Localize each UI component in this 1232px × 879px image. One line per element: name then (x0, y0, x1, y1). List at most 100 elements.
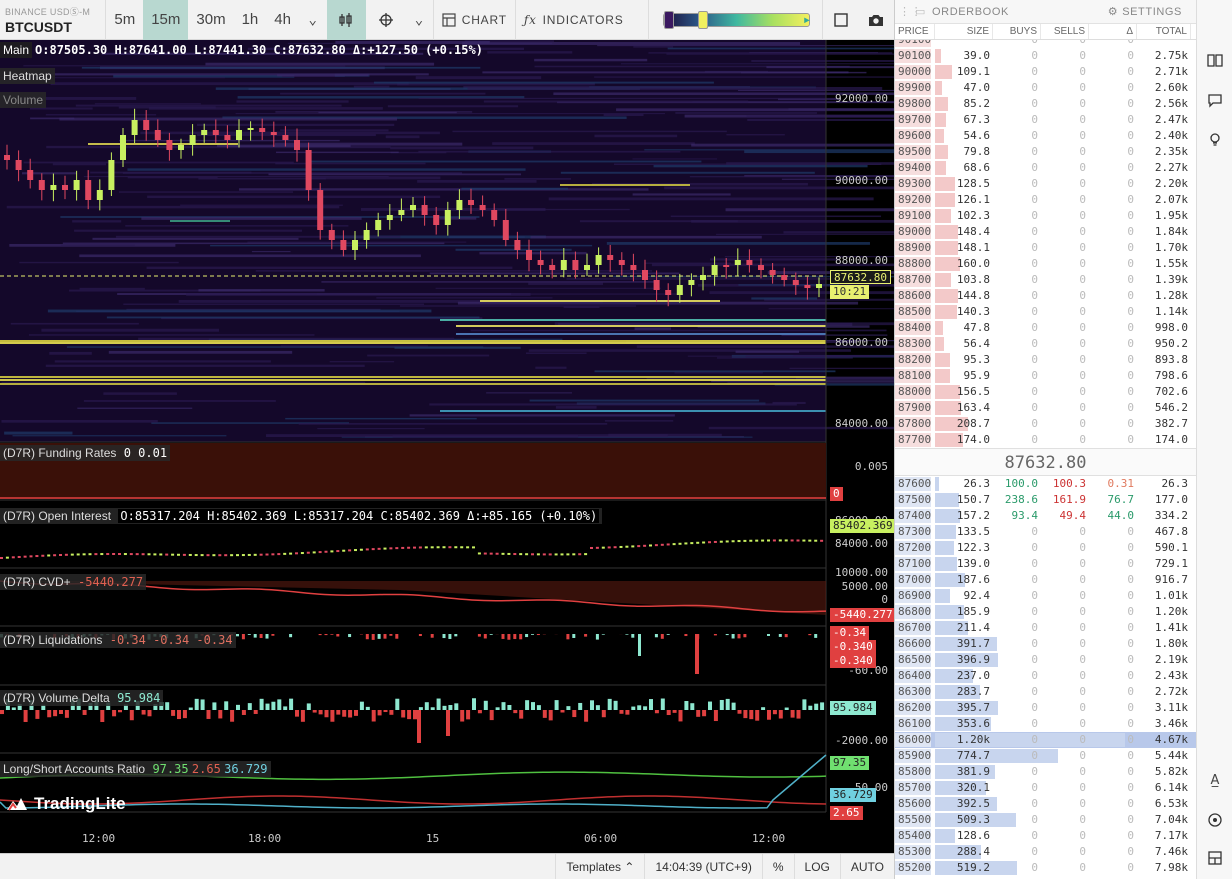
bid-row[interactable]: 86900 92.4 0 0 0 1.01k (895, 588, 1196, 604)
bid-row[interactable]: 85800 381.9 0 0 0 5.82k (895, 764, 1196, 780)
bid-row[interactable]: 86700 211.4 0 0 0 1.41k (895, 620, 1196, 636)
ask-row[interactable]: 87700 174.0 0 0 0 174.0 (895, 432, 1196, 448)
ask-row[interactable]: 89700 67.3 0 0 0 2.47k (895, 112, 1196, 128)
col-delta[interactable]: Δ (1089, 24, 1137, 39)
bid-row[interactable]: 87100 139.0 0 0 0 729.1 (895, 556, 1196, 572)
heatmap-cell (554, 322, 894, 326)
settings-wheel-icon[interactable] (1197, 800, 1232, 840)
symbol-selector[interactable]: BINANCE USDⓈ-M BTCUSDT (0, 0, 107, 40)
chart-menu-button[interactable]: CHART (434, 13, 515, 27)
bid-row[interactable]: 87200 122.3 0 0 0 590.1 (895, 540, 1196, 556)
lightbulb-icon[interactable] (1197, 120, 1232, 160)
bid-row[interactable]: 85600 392.5 0 0 0 6.53k (895, 796, 1196, 812)
open-interest-legend[interactable]: (D7R) Open Interest O:85317.204 H:85402.… (0, 508, 603, 524)
ask-row[interactable]: 88300 56.4 0 0 0 950.2 (895, 336, 1196, 352)
bid-row[interactable]: 87300 133.5 0 0 0 467.8 (895, 524, 1196, 540)
timeframe-dropdown-icon[interactable]: ⌄ (299, 0, 327, 40)
bid-row[interactable]: 86500 396.9 0 0 0 2.19k (895, 652, 1196, 668)
ask-row[interactable]: 89500 79.8 0 0 0 2.35k (895, 144, 1196, 160)
layout-icon[interactable] (1197, 838, 1232, 878)
ask-row[interactable]: 89600 54.6 0 0 0 2.40k (895, 128, 1196, 144)
chart-area[interactable]: Main O:87505.30 H:87641.00 L:87441.30 C:8… (0, 40, 894, 853)
bid-row[interactable]: 85500 509.3 0 0 0 7.04k (895, 812, 1196, 828)
timeframe-4h[interactable]: 4h (266, 0, 299, 40)
main-pane-label[interactable]: Main (0, 42, 33, 58)
ask-row[interactable]: 90100 39.0 0 0 0 2.75k (895, 48, 1196, 64)
bid-row[interactable]: 85700 320.1 0 0 0 6.14k (895, 780, 1196, 796)
timeframe-30m[interactable]: 30m (188, 0, 233, 40)
orderbook-settings-button[interactable]: ⚙ SETTINGS (1108, 5, 1182, 19)
timeframe-15m[interactable]: 15m (143, 0, 189, 40)
bid-row[interactable]: 87600 26.3 100.0 100.3 0.31 26.3 (895, 476, 1196, 492)
ask-row[interactable]: 89300 128.5 0 0 0 2.20k (895, 176, 1196, 192)
heatmap-max-handle[interactable] (697, 10, 708, 29)
book-icon[interactable] (1197, 40, 1232, 80)
bid-row[interactable]: 87000 187.6 0 0 0 916.7 (895, 572, 1196, 588)
ask-row[interactable]: 89800 85.2 0 0 0 2.56k (895, 96, 1196, 112)
ask-row[interactable]: 88700 103.8 0 0 0 1.39k (895, 272, 1196, 288)
heatmap-range-slider[interactable]: ▸ (662, 10, 811, 29)
crosshair-icon[interactable] (366, 0, 405, 40)
volume-delta-legend[interactable]: (D7R) Volume Delta 95.984 (0, 690, 164, 706)
bid-row[interactable]: 87500 150.7 238.6 161.9 76.7 177.0 (895, 492, 1196, 508)
col-buys[interactable]: BUYS (993, 24, 1041, 39)
bid-row[interactable]: 87400 157.2 93.4 49.4 44.0 334.2 (895, 508, 1196, 524)
fullscreen-icon[interactable] (823, 0, 858, 40)
ask-row[interactable]: 88000 156.5 0 0 0 702.6 (895, 384, 1196, 400)
bid-row[interactable]: 86000 1.20k 0 0 0 4.67k (895, 732, 1196, 748)
col-size[interactable]: SIZE (935, 24, 993, 39)
ask-row[interactable]: 88800 160.0 0 0 0 1.55k (895, 256, 1196, 272)
ask-row[interactable]: 88100 95.9 0 0 0 798.6 (895, 368, 1196, 384)
candle-body (73, 180, 80, 190)
ask-row[interactable]: 87900 163.4 0 0 0 546.2 (895, 400, 1196, 416)
clock-display[interactable]: 14:04:39 (UTC+9) (644, 853, 761, 879)
text-tool-icon[interactable]: A̲ (1197, 760, 1232, 800)
auto-scale-button[interactable]: AUTO (839, 853, 894, 879)
ask-row[interactable]: 89100 102.3 0 0 0 1.95k (895, 208, 1196, 224)
liquidations-legend[interactable]: (D7R) Liquidations -0.34 -0.34 -0.34 (0, 632, 236, 648)
chat-icon[interactable] (1197, 80, 1232, 120)
ask-row[interactable]: 87800 208.7 0 0 0 382.7 (895, 416, 1196, 432)
col-sells[interactable]: SELLS (1041, 24, 1089, 39)
camera-icon[interactable] (859, 0, 894, 40)
ask-row[interactable]: 89000 148.4 0 0 0 1.84k (895, 224, 1196, 240)
ask-row[interactable]: 88500 140.3 0 0 0 1.14k (895, 304, 1196, 320)
ask-row[interactable]: 89200 126.1 0 0 0 2.07k (895, 192, 1196, 208)
col-price[interactable]: PRICE (895, 24, 935, 39)
ask-row[interactable]: 90000 109.1 0 0 0 2.71k (895, 64, 1196, 80)
candlestick-icon[interactable] (326, 0, 366, 40)
log-scale-button[interactable]: LOG (793, 853, 840, 879)
funding-rates-legend[interactable]: (D7R) Funding Rates 0 0.01 (0, 445, 171, 461)
drag-handle-icon[interactable]: ⋮⋮ (899, 5, 922, 18)
bid-row[interactable]: 86100 353.6 0 0 0 3.46k (895, 716, 1196, 732)
bid-row[interactable]: 85900 774.7 0 0 0 5.44k (895, 748, 1196, 764)
bid-row[interactable]: 85300 288.4 0 0 0 7.46k (895, 844, 1196, 860)
bid-row[interactable]: 86400 237.0 0 0 0 2.43k (895, 668, 1196, 684)
ask-row[interactable]: 88600 144.8 0 0 0 1.28k (895, 288, 1196, 304)
ask-row[interactable]: 88900 148.1 0 0 0 1.70k (895, 240, 1196, 256)
crosshair-dropdown-icon[interactable]: ⌄ (405, 0, 433, 40)
bid-row[interactable]: 86600 391.7 0 0 0 1.80k (895, 636, 1196, 652)
heatmap-overlay-label[interactable]: Heatmap (0, 68, 55, 84)
volume-overlay-label[interactable]: Volume (0, 92, 47, 108)
liquidity-band (456, 325, 826, 327)
bid-row[interactable]: 86800 185.9 0 0 0 1.20k (895, 604, 1196, 620)
templates-button[interactable]: Templates ⌃ (555, 853, 644, 879)
col-total[interactable]: TOTAL (1137, 24, 1191, 39)
indicators-button[interactable]: ƒx INDICATORS (516, 13, 632, 27)
bid-row[interactable]: 85400 128.6 0 0 0 7.17k (895, 828, 1196, 844)
long-short-legend[interactable]: Long/Short Accounts Ratio 97.35 2.65 36.… (0, 761, 271, 777)
ask-row[interactable]: 89400 68.6 0 0 0 2.27k (895, 160, 1196, 176)
ask-row[interactable]: 89900 47.0 0 0 0 2.60k (895, 80, 1196, 96)
ask-row[interactable]: 88200 95.3 0 0 0 893.8 (895, 352, 1196, 368)
bid-row[interactable]: 86300 283.7 0 0 0 2.72k (895, 684, 1196, 700)
ask-row[interactable]: 88400 47.8 0 0 0 998.0 (895, 320, 1196, 336)
bid-row[interactable]: 85200 519.2 0 0 0 7.98k (895, 860, 1196, 876)
ask-row[interactable]: 90100000 (895, 40, 1196, 48)
timeframe-5m[interactable]: 5m (106, 0, 143, 40)
cvd-legend[interactable]: (D7R) CVD+ -5440.277 (0, 574, 147, 590)
timeframe-1h[interactable]: 1h (234, 0, 267, 40)
heatmap-min-handle[interactable] (663, 10, 674, 29)
bid-row[interactable]: 86200 395.7 0 0 0 3.11k (895, 700, 1196, 716)
percent-scale-button[interactable]: % (761, 853, 794, 879)
